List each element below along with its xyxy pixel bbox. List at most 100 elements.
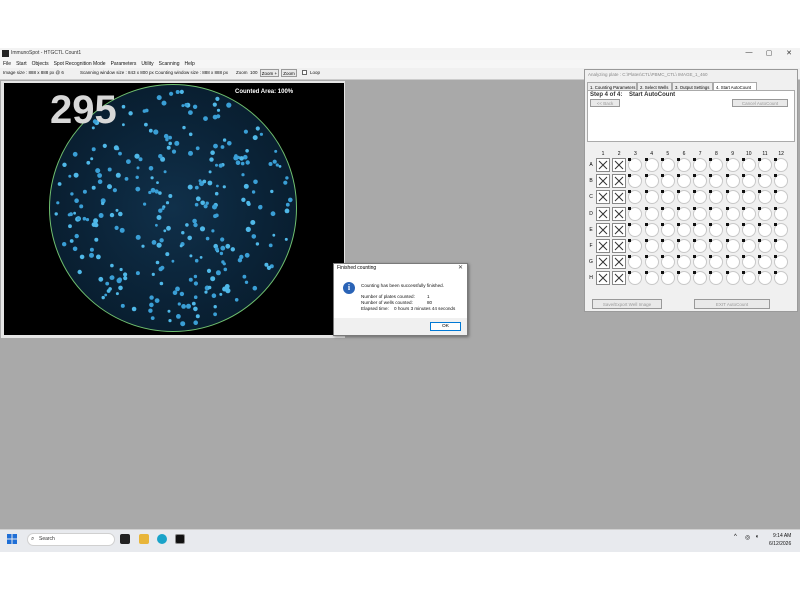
- dialog-close-icon[interactable]: ✕: [458, 264, 463, 271]
- column-header[interactable]: 12: [774, 151, 788, 157]
- menu-start[interactable]: Start: [16, 60, 27, 68]
- spot: [82, 216, 87, 221]
- menu-help[interactable]: Help: [185, 60, 195, 68]
- clock-time[interactable]: 9:14 AM: [773, 533, 791, 539]
- spot: [235, 160, 241, 165]
- spot: [214, 191, 219, 196]
- spot: [214, 213, 219, 218]
- row-header[interactable]: E: [587, 227, 595, 233]
- counted-flag-icon: [774, 222, 778, 226]
- network-icon[interactable]: ◎: [745, 534, 750, 541]
- counted-flag-icon: [644, 239, 648, 242]
- excluded-well[interactable]: [596, 222, 610, 237]
- app-icon: [2, 50, 9, 57]
- spot: [182, 125, 186, 130]
- excluded-well[interactable]: [596, 255, 610, 270]
- column-header[interactable]: 10: [742, 151, 756, 157]
- excluded-well[interactable]: [612, 174, 627, 189]
- excluded-well[interactable]: [596, 271, 610, 286]
- cancel-autocount-button[interactable]: Cancel AutoCount: [732, 99, 788, 107]
- column-header[interactable]: 5: [661, 151, 675, 157]
- menu-objects[interactable]: Objects: [32, 60, 49, 68]
- counted-flag-icon: [774, 271, 778, 275]
- file-explorer-icon[interactable]: [139, 534, 149, 544]
- counted-flag-icon: [628, 239, 632, 242]
- excluded-well[interactable]: [596, 190, 610, 205]
- step-label: Step 4 of 4:: [590, 92, 623, 98]
- counted-flag-icon: [677, 190, 680, 194]
- row-header[interactable]: F: [587, 243, 595, 249]
- spot: [270, 189, 274, 194]
- spot: [161, 207, 165, 210]
- menu-bar: File Start Objects Spot Recognition Mode…: [0, 60, 800, 68]
- excluded-well[interactable]: [596, 158, 610, 172]
- task-view-icon[interactable]: [120, 534, 130, 544]
- excluded-well[interactable]: [612, 222, 627, 237]
- spot: [167, 309, 171, 313]
- immunospot-app-icon[interactable]: [175, 534, 185, 544]
- excluded-well[interactable]: [612, 158, 627, 172]
- menu-parameters[interactable]: Parameters: [111, 60, 137, 68]
- counted-flag-icon: [758, 158, 761, 161]
- row-header[interactable]: G: [587, 259, 595, 265]
- excluded-well[interactable]: [596, 206, 610, 221]
- save-export-well-image-button[interactable]: Save/Export Well Image: [592, 299, 662, 309]
- row-header[interactable]: H: [587, 275, 595, 281]
- window-titlebar[interactable]: [0, 48, 800, 60]
- counted-flag-icon: [741, 222, 745, 226]
- spot: [135, 175, 139, 179]
- spot: [207, 285, 212, 290]
- excluded-well[interactable]: [612, 239, 627, 253]
- back-button[interactable]: << Back: [590, 99, 620, 107]
- excluded-well[interactable]: [612, 206, 627, 221]
- menu-spot-recognition-mode[interactable]: Spot Recognition Mode: [54, 60, 106, 68]
- start-windows-icon[interactable]: [7, 534, 17, 544]
- menu-scanning[interactable]: Scanning: [159, 60, 180, 68]
- spot: [204, 290, 208, 294]
- excluded-well[interactable]: [612, 255, 627, 270]
- dialog-message: Counting has been successfully finished.: [361, 283, 444, 288]
- column-header[interactable]: 8: [709, 151, 723, 157]
- menu-utility[interactable]: Utility: [141, 60, 153, 68]
- counted-flag-icon: [758, 190, 761, 194]
- row-header[interactable]: A: [587, 162, 595, 168]
- spot: [108, 287, 112, 291]
- spot: [150, 176, 154, 180]
- excluded-well[interactable]: [612, 271, 627, 286]
- chevron-up-icon[interactable]: ^: [734, 534, 737, 540]
- row-header[interactable]: D: [587, 211, 595, 217]
- spot: [118, 151, 122, 156]
- column-header[interactable]: 11: [758, 151, 772, 157]
- spot: [251, 190, 256, 194]
- spot: [154, 189, 159, 194]
- spot: [69, 239, 74, 243]
- spot: [219, 292, 223, 296]
- excluded-well[interactable]: [612, 190, 627, 205]
- column-header[interactable]: 4: [645, 151, 659, 157]
- menu-file[interactable]: File: [3, 60, 11, 68]
- column-header[interactable]: 6: [677, 151, 691, 157]
- exit-autocount-button[interactable]: EXIT AutoCount: [694, 299, 770, 309]
- row-header[interactable]: C: [587, 194, 595, 200]
- spot: [202, 179, 207, 184]
- column-header[interactable]: 9: [726, 151, 740, 157]
- edge-browser-icon[interactable]: [157, 534, 167, 544]
- ok-button[interactable]: OK: [430, 322, 461, 331]
- column-header[interactable]: 1: [596, 151, 610, 157]
- spot: [159, 238, 164, 243]
- maximize-button[interactable]: ▢: [762, 49, 776, 57]
- column-header[interactable]: 7: [693, 151, 707, 157]
- excluded-well[interactable]: [596, 174, 610, 189]
- column-header[interactable]: 2: [612, 151, 626, 157]
- clock-date[interactable]: 6/12/2026: [769, 541, 791, 547]
- minimize-button[interactable]: —: [742, 49, 756, 56]
- row-header[interactable]: B: [587, 178, 595, 184]
- zoom-in-button[interactable]: Zoom +: [260, 69, 279, 77]
- volume-icon[interactable]: ◖: [755, 534, 759, 540]
- zoom-out-button[interactable]: Zoom -: [281, 69, 297, 83]
- loop-checkbox[interactable]: [302, 70, 307, 75]
- spot: [172, 290, 178, 295]
- excluded-well[interactable]: [596, 239, 610, 253]
- close-button[interactable]: ✕: [782, 49, 796, 57]
- column-header[interactable]: 3: [628, 151, 642, 157]
